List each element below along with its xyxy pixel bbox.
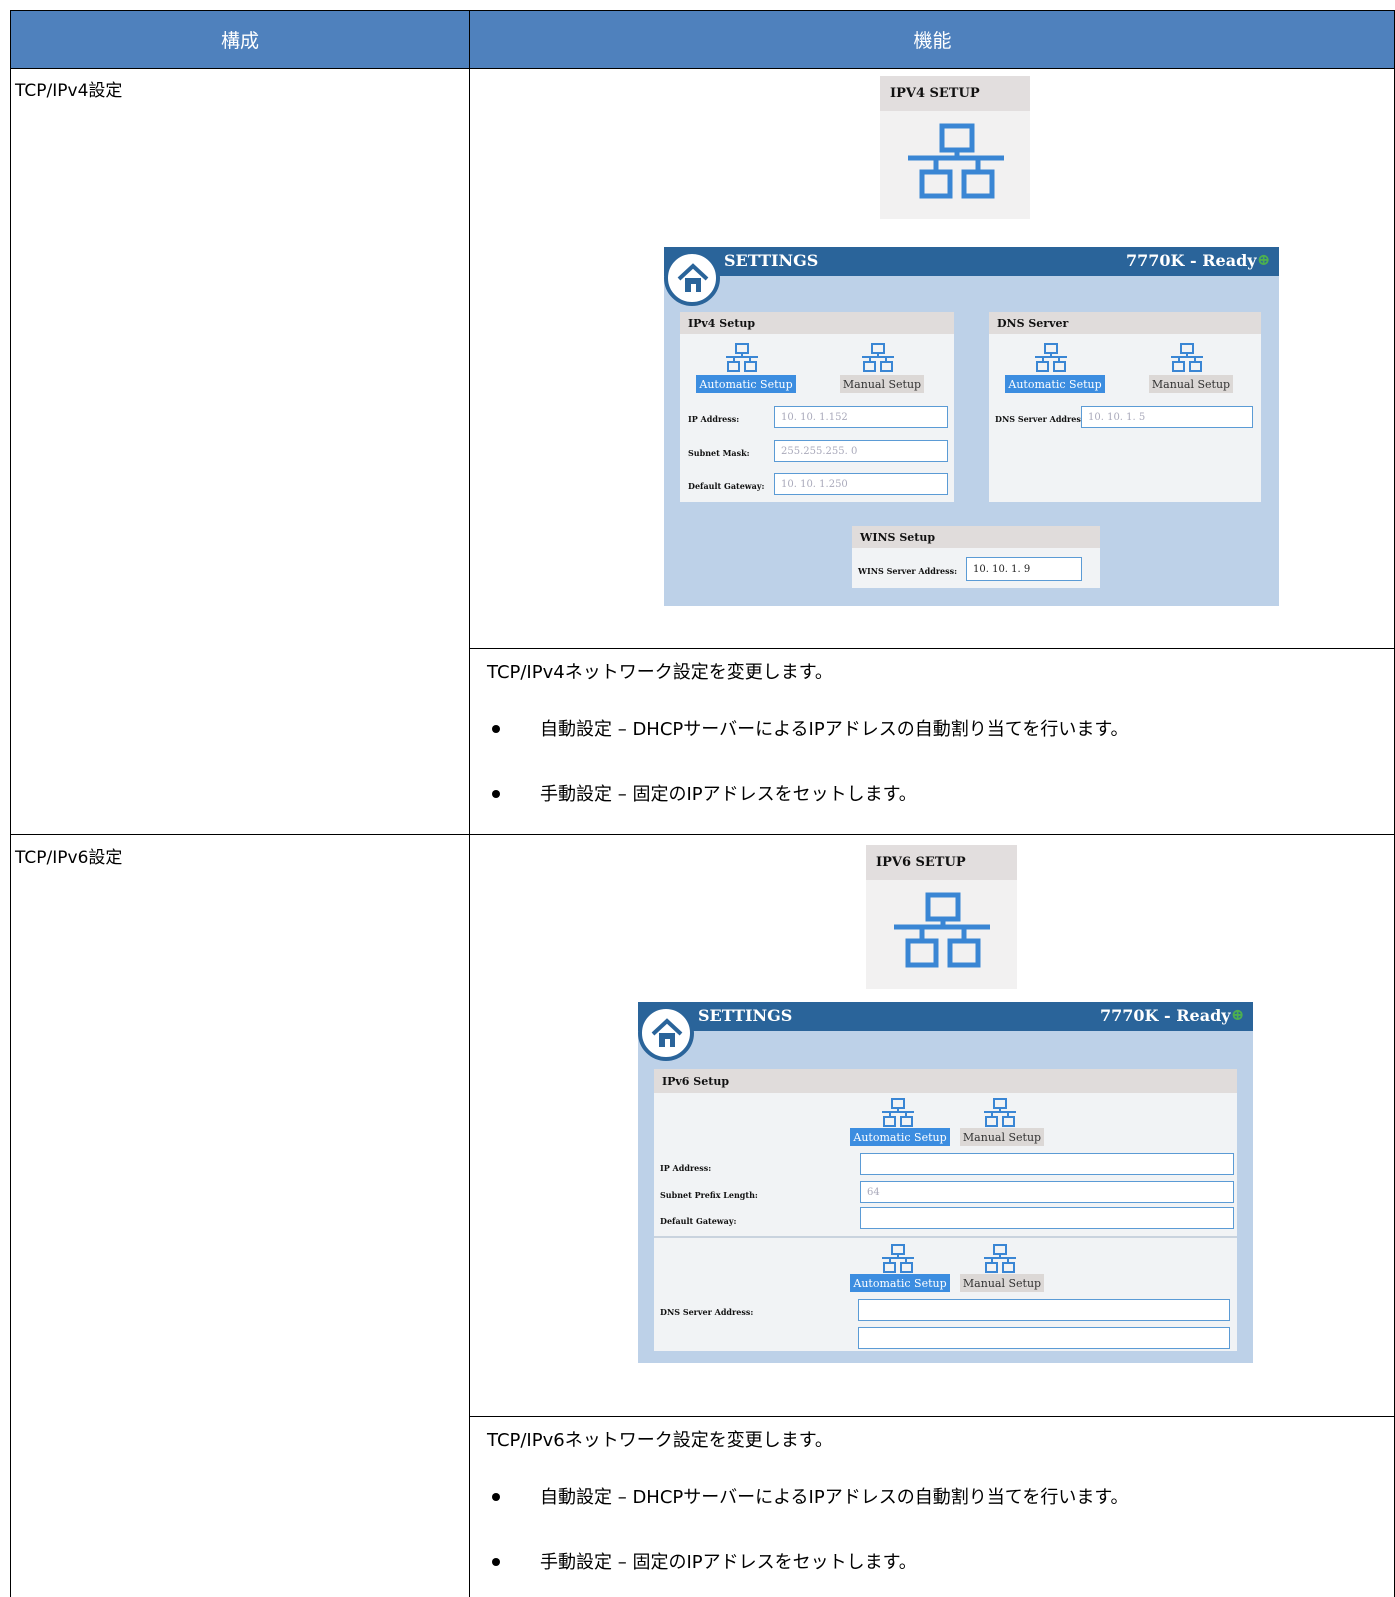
ip-address-label: IP Address:	[660, 1163, 712, 1173]
dns-automatic-setup-button[interactable]: Automatic Setup	[850, 1274, 950, 1292]
screen-status: 7770K - Ready	[1100, 1006, 1231, 1025]
ip-address-label: IP Address:	[688, 414, 740, 424]
network-icon	[882, 1244, 914, 1273]
automatic-setup-button[interactable]: Automatic Setup	[696, 375, 796, 393]
default-gateway-label: Default Gateway:	[688, 481, 765, 491]
ready-icon: ⊕	[1231, 1005, 1245, 1024]
dns-server-address-field[interactable]	[858, 1299, 1230, 1321]
screen-title-bar: SETTINGS 7770K - Ready ⊕	[664, 247, 1279, 276]
manual-setup-button[interactable]: Manual Setup	[1149, 375, 1233, 393]
ipv6-setup-tile[interactable]: IPV6 SETUP	[866, 845, 1017, 989]
subnet-mask-label: Subnet Mask:	[688, 448, 750, 458]
tile-title: IPV6 SETUP	[866, 845, 1017, 880]
header-col-config: 構成	[11, 11, 469, 68]
manual-setup-button[interactable]: Manual Setup	[960, 1128, 1044, 1146]
dns-manual-setup-button[interactable]: Manual Setup	[960, 1274, 1044, 1292]
dns-server-address-field[interactable]: 10. 10. 1. 5	[1081, 406, 1253, 428]
network-icon	[984, 1098, 1016, 1127]
home-icon	[677, 263, 709, 292]
bullet-dot	[492, 1493, 500, 1501]
bullet-dot	[492, 725, 500, 733]
subnet-mask-field[interactable]: 255.255.255. 0	[774, 440, 948, 462]
default-gateway-field[interactable]	[860, 1207, 1234, 1229]
subnet-prefix-length-label: Subnet Prefix Length:	[660, 1190, 758, 1200]
ipv4-settings-screenshot: SETTINGS 7770K - Ready ⊕ IPv4 Setup Auto…	[664, 247, 1279, 606]
header-label: 構成	[220, 30, 259, 52]
network-icon	[894, 892, 990, 968]
header-col-function: 機能	[470, 11, 1395, 68]
dns-server-panel: DNS Server Automatic Setup Manual Setup …	[989, 312, 1261, 502]
row-label-ipv4: TCP/IPv4設定	[15, 81, 123, 101]
table-border-top	[10, 10, 1395, 11]
default-gateway-field[interactable]: 10. 10. 1.250	[774, 473, 948, 495]
ipv4-setup-panel: IPv4 Setup Automatic Setup Manual Setup …	[680, 312, 954, 502]
row-label-ipv6: TCP/IPv6設定	[15, 848, 123, 868]
network-icon	[1035, 343, 1067, 372]
network-icon	[882, 1098, 914, 1127]
panel-title: DNS Server	[989, 312, 1261, 334]
ready-icon: ⊕	[1257, 250, 1271, 269]
network-icon	[908, 123, 1004, 199]
dns-server-address-field-2[interactable]	[858, 1327, 1230, 1349]
wins-server-address-field[interactable]: 10. 10. 1. 9	[966, 557, 1082, 581]
ip-address-field[interactable]: 10. 10. 1.152	[774, 406, 948, 428]
bullet-item: 自動設定 – DHCPサーバーによるIPアドレスの自動割り当てを行います。	[540, 719, 1129, 740]
network-icon	[984, 1244, 1016, 1273]
table-border-mid	[469, 10, 470, 1597]
home-button[interactable]	[664, 250, 720, 306]
panel-title: IPv4 Setup	[680, 312, 954, 334]
wins-setup-panel: WINS Setup WINS Server Address: 10. 10. …	[852, 526, 1100, 588]
manual-setup-button[interactable]: Manual Setup	[840, 375, 924, 393]
bullet-dot	[492, 1558, 500, 1566]
dns-server-address-label: DNS Server Address	[995, 414, 1086, 424]
row1-image-divider	[469, 648, 1395, 649]
automatic-setup-button[interactable]: Automatic Setup	[1005, 375, 1105, 393]
panel-title: IPv6 Setup	[654, 1069, 1237, 1093]
panel-title: WINS Setup	[852, 526, 1100, 548]
screen-title-bar: SETTINGS 7770K - Ready ⊕	[638, 1002, 1253, 1031]
ip-address-field[interactable]	[860, 1153, 1234, 1175]
row-divider	[10, 834, 1395, 835]
home-button[interactable]	[638, 1005, 694, 1061]
row2-image-divider	[469, 1416, 1395, 1417]
network-icon	[726, 343, 758, 372]
subnet-prefix-length-field[interactable]: 64	[860, 1181, 1234, 1203]
bullet-item: 自動設定 – DHCPサーバーによるIPアドレスの自動割り当てを行います。	[540, 1487, 1129, 1508]
table-border-header	[10, 68, 1395, 69]
dns-server-address-label: DNS Server Address:	[660, 1307, 754, 1317]
table-border-left	[10, 10, 11, 1597]
automatic-setup-button[interactable]: Automatic Setup	[850, 1128, 950, 1146]
wins-server-address-label: WINS Server Address:	[858, 566, 958, 576]
panel-divider	[654, 1236, 1237, 1238]
tile-title: IPV4 SETUP	[880, 76, 1030, 111]
ipv6-setup-panel: IPv6 Setup Automatic Setup Manual Setup …	[654, 1069, 1237, 1351]
default-gateway-label: Default Gateway:	[660, 1216, 737, 1226]
header-label: 機能	[913, 30, 952, 52]
home-icon	[651, 1018, 683, 1047]
bullet-dot	[492, 790, 500, 798]
network-icon	[1171, 343, 1203, 372]
screen-title: SETTINGS	[724, 251, 819, 270]
bullet-item: 手動設定 – 固定のIPアドレスをセットします。	[540, 1552, 917, 1573]
ipv4-setup-tile[interactable]: IPV4 SETUP	[880, 76, 1030, 219]
screen-status: 7770K - Ready	[1126, 251, 1257, 270]
row-description: TCP/IPv6ネットワーク設定を変更します。	[487, 1430, 833, 1451]
bullet-item: 手動設定 – 固定のIPアドレスをセットします。	[540, 784, 917, 805]
screen-title: SETTINGS	[698, 1006, 793, 1025]
ipv6-settings-screenshot: SETTINGS 7770K - Ready ⊕ IPv6 Setup Auto…	[638, 1002, 1253, 1363]
network-icon	[862, 343, 894, 372]
row-description: TCP/IPv4ネットワーク設定を変更します。	[487, 662, 833, 683]
